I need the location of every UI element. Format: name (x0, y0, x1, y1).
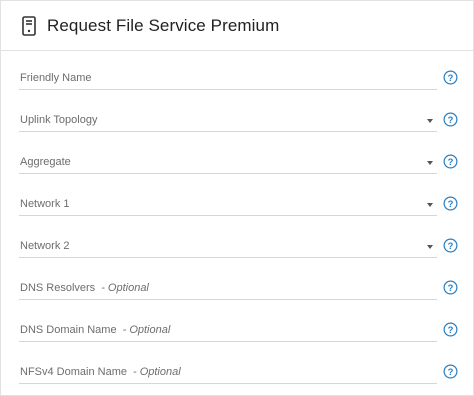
chevron-down-icon[interactable] (427, 161, 433, 165)
nfsv4-domain-name-label: NFSv4 Domain Name - Optional (20, 366, 181, 378)
help-icon[interactable]: ? (443, 322, 458, 337)
aggregate-label: Aggregate (20, 156, 71, 168)
dns-domain-name-label: DNS Domain Name - Optional (20, 324, 171, 336)
svg-text:?: ? (448, 157, 454, 167)
svg-text:?: ? (448, 73, 454, 83)
network-1-field: Network 1 ? (19, 196, 465, 227)
help-icon[interactable]: ? (443, 364, 458, 379)
dns-domain-name-input[interactable]: DNS Domain Name - Optional (19, 323, 437, 342)
help-icon[interactable]: ? (443, 112, 458, 127)
aggregate-select[interactable]: Aggregate (19, 155, 437, 174)
dialog-header: Request File Service Premium (1, 1, 473, 51)
optional-tag: - Optional (101, 282, 149, 294)
nfsv4-domain-name-input[interactable]: NFSv4 Domain Name - Optional (19, 365, 437, 384)
svg-text:?: ? (448, 199, 454, 209)
friendly-name-label: Friendly Name (20, 72, 92, 84)
aggregate-field: Aggregate ? (19, 154, 465, 185)
svg-text:?: ? (448, 283, 454, 293)
help-icon[interactable]: ? (443, 70, 458, 85)
uplink-topology-select[interactable]: Uplink Topology (19, 113, 437, 132)
dialog-title: Request File Service Premium (47, 15, 280, 35)
help-icon[interactable]: ? (443, 196, 458, 211)
uplink-topology-label: Uplink Topology (20, 114, 98, 126)
svg-text:?: ? (448, 367, 454, 377)
uplink-topology-field: Uplink Topology ? (19, 112, 465, 143)
optional-tag: - Optional (132, 366, 181, 378)
server-icon (21, 15, 37, 37)
chevron-down-icon[interactable] (427, 119, 433, 123)
help-icon[interactable]: ? (443, 280, 458, 295)
nfsv4-domain-name-field: NFSv4 Domain Name - Optional ? (19, 364, 465, 395)
dns-resolvers-input[interactable]: DNS Resolvers - Optional (19, 281, 437, 300)
network-2-field: Network 2 ? (19, 238, 465, 269)
help-icon[interactable]: ? (443, 238, 458, 253)
friendly-name-input[interactable]: Friendly Name (19, 71, 437, 90)
dns-resolvers-field: DNS Resolvers - Optional ? (19, 280, 465, 311)
dns-domain-name-field: DNS Domain Name - Optional ? (19, 322, 465, 353)
optional-tag: - Optional (122, 324, 171, 336)
chevron-down-icon[interactable] (427, 203, 433, 207)
network-1-label: Network 1 (20, 198, 70, 210)
network-2-select[interactable]: Network 2 (19, 239, 437, 258)
svg-text:?: ? (448, 241, 454, 251)
network-1-select[interactable]: Network 1 (19, 197, 437, 216)
dns-resolvers-label: DNS Resolvers - Optional (20, 282, 149, 294)
request-file-service-dialog: Request File Service Premium Friendly Na… (0, 0, 474, 396)
help-icon[interactable]: ? (443, 154, 458, 169)
network-2-label: Network 2 (20, 240, 70, 252)
svg-text:?: ? (448, 115, 454, 125)
friendly-name-field: Friendly Name ? (19, 70, 465, 101)
svg-text:?: ? (448, 325, 454, 335)
chevron-down-icon[interactable] (427, 245, 433, 249)
